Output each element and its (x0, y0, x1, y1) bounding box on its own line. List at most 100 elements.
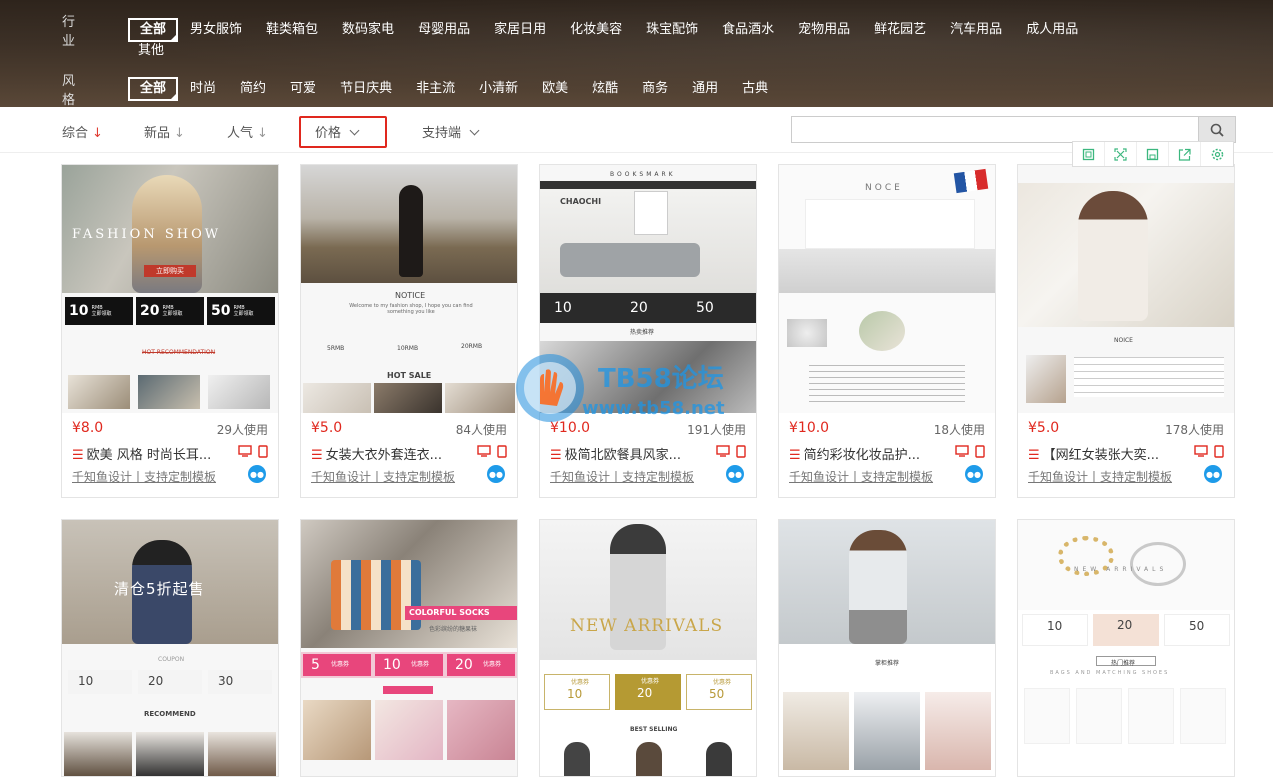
style-option[interactable]: 简约 (228, 78, 278, 100)
template-card[interactable]: NOTICE Welcome to my fashion shop, I hop… (300, 164, 518, 498)
template-card[interactable]: COLORFUL SOCKS 色彩缤纷的糖果袜 5 优惠券 10 优惠券 20 优惠券 (300, 519, 518, 777)
sort-newest-label: 新品 (144, 126, 171, 141)
chat-bubble-icon[interactable]: ●● (726, 465, 744, 483)
hot-tag: 热门推荐 (1096, 656, 1156, 667)
arrow-down-icon: ↓ (174, 126, 185, 141)
template-card[interactable]: BOOKSMARK CHAOCHI 10 20 50 热卖推荐 ¥10.0 19… (539, 164, 757, 498)
chat-bubble-icon[interactable]: ●● (487, 465, 505, 483)
usage-count: 84人使用 (455, 423, 507, 437)
style-option[interactable]: 可爱 (278, 78, 328, 100)
style-option[interactable]: 古典 (730, 78, 780, 100)
template-thumbnail[interactable]: BOOKSMARK CHAOCHI 10 20 50 热卖推荐 (540, 165, 756, 413)
banner-title: NEW ARRIVALS (570, 616, 724, 636)
style-option-all[interactable]: 全部 (128, 77, 179, 101)
sort-popularity[interactable]: 人气 ↓ (227, 122, 268, 141)
sort-price-dropdown[interactable]: 价格 (315, 122, 360, 141)
coupon-label: 优惠券 (641, 678, 660, 685)
template-title[interactable]: ☰ 女装大衣外套连衣... (311, 444, 461, 463)
chat-bubble-icon[interactable]: ●● (1204, 465, 1222, 483)
coupon-value: 10 (383, 657, 401, 673)
industry-option[interactable]: 母婴用品 (406, 19, 482, 41)
template-thumbnail[interactable]: COLORFUL SOCKS 色彩缤纷的糖果袜 5 优惠券 10 优惠券 20 优惠券 (301, 520, 517, 776)
style-option[interactable]: 商务 (630, 78, 680, 100)
template-thumbnail[interactable]: NOICE (1018, 165, 1234, 413)
sort-popularity-label: 人气 (227, 126, 254, 141)
template-title[interactable]: ☰ 欧美 风格 时尚长耳... (72, 444, 222, 463)
template-card[interactable]: NEW ARRIVALS 优惠券 10 优惠券 20 优惠券 50 BEST SELL… (539, 519, 757, 777)
coupon: 20 优惠券 (447, 654, 515, 676)
template-thumbnail[interactable]: 掌柜推荐 (779, 520, 995, 776)
designer-link[interactable]: 千知鱼设计丨支持定制模板 (1028, 468, 1172, 485)
fullscreen-icon[interactable] (1105, 142, 1137, 166)
industry-option[interactable]: 成人用品 (1014, 19, 1090, 41)
style-option[interactable]: 小清新 (467, 78, 530, 100)
chat-bubble-icon[interactable]: ●● (248, 465, 266, 483)
industry-option[interactable]: 鲜花园艺 (862, 19, 938, 41)
device-icons (716, 445, 746, 458)
designer-link[interactable]: 千知鱼设计丨支持定制模板 (550, 468, 694, 485)
template-thumbnail[interactable]: NOTICE Welcome to my fashion shop, I hop… (301, 165, 517, 413)
template-card[interactable]: FASHION SHOW 立即购买 10 RMB 立即领取 20 RMB 立即领取 50… (61, 164, 279, 498)
sort-comprehensive[interactable]: 综合 ↓ (62, 122, 103, 141)
search-input[interactable] (791, 116, 1199, 143)
save-icon[interactable] (1137, 142, 1169, 166)
template-title[interactable]: ☰ 极简北欧餐具风家... (550, 444, 700, 463)
coupon-value: 50 (1189, 619, 1205, 633)
notice-title: NOICE (1114, 337, 1133, 344)
sort-price-label: 价格 (315, 126, 342, 141)
template-card[interactable]: 清仓5折起售 COUPON 10 20 30 RECOMMEND (61, 519, 279, 777)
template-title[interactable]: ☰ 简约彩妆化妆品护... (789, 444, 939, 463)
template-thumbnail[interactable]: NOCE (779, 165, 995, 413)
industry-option[interactable]: 珠宝配饰 (634, 19, 710, 41)
illustration (787, 319, 827, 347)
industry-option[interactable]: 鞋类箱包 (254, 19, 330, 41)
chat-bubble-icon[interactable]: ●● (965, 465, 983, 483)
industry-option[interactable]: 汽车用品 (938, 19, 1014, 41)
industry-option[interactable]: 家居日用 (482, 19, 558, 41)
banner-title: 清仓5折起售 (114, 580, 205, 598)
template-title[interactable]: ☰ 【网红女装张大奕... (1028, 444, 1178, 463)
product-image (564, 742, 590, 776)
list-icon: ☰ (789, 448, 801, 463)
template-card[interactable]: NOCE ¥10.0 18人使用 ☰ 简约彩妆化妆品护... 千知鱼设计丨支持定制… (778, 164, 996, 498)
industry-option[interactable]: 化妆美容 (558, 19, 634, 41)
settings-icon[interactable] (1201, 142, 1233, 166)
style-option[interactable]: 时尚 (178, 78, 228, 100)
square-icon[interactable] (1073, 142, 1105, 166)
template-thumbnail[interactable]: FASHION SHOW 立即购买 10 RMB 立即领取 20 RMB 立即领取 50… (62, 165, 278, 413)
search-button[interactable] (1198, 116, 1236, 143)
industry-option-other[interactable]: 其他 (138, 39, 164, 58)
industry-option[interactable]: 食品酒水 (710, 19, 786, 41)
industry-option[interactable]: 男女服饰 (178, 19, 254, 41)
nav-strip (540, 181, 756, 189)
style-option[interactable]: 欧美 (530, 78, 580, 100)
product-image (1026, 355, 1066, 403)
template-card[interactable]: NEW ARRIVALS 10 20 50 热门推荐 BAGS AND MATC… (1017, 519, 1235, 777)
mobile-icon (975, 445, 985, 458)
template-thumbnail[interactable]: NEW ARRIVALS 10 20 50 热门推荐 BAGS AND MATC… (1018, 520, 1234, 776)
mobile-icon (497, 445, 507, 458)
template-card[interactable]: 掌柜推荐 (778, 519, 996, 777)
template-thumbnail[interactable]: NEW ARRIVALS 优惠券 10 优惠券 20 优惠券 50 BEST SELL… (540, 520, 756, 776)
style-option[interactable]: 炫酷 (580, 78, 630, 100)
style-option[interactable]: 非主流 (404, 78, 467, 100)
sort-newest[interactable]: 新品 ↓ (144, 122, 185, 141)
style-option[interactable]: 节日庆典 (328, 78, 404, 100)
coupon-value: 20 (1117, 618, 1133, 632)
share-icon[interactable] (1169, 142, 1201, 166)
style-option[interactable]: 通用 (680, 78, 730, 100)
industry-option[interactable]: 宠物用品 (786, 19, 862, 41)
designer-link[interactable]: 千知鱼设计丨支持定制模板 (72, 468, 216, 485)
coupon: 10 RMB 立即领取 (65, 297, 133, 325)
list-icon: ☰ (550, 448, 562, 463)
designer-link[interactable]: 千知鱼设计丨支持定制模板 (311, 468, 455, 485)
designer-link[interactable]: 千知鱼设计丨支持定制模板 (789, 468, 933, 485)
template-thumbnail[interactable]: 清仓5折起售 COUPON 10 20 30 RECOMMEND (62, 520, 278, 776)
coupon: 30 (208, 670, 272, 694)
coupon-value: 50 (709, 687, 725, 701)
industry-option[interactable]: 数码家电 (330, 19, 406, 41)
coupon-value: 10 (567, 687, 583, 701)
platform-dropdown[interactable]: 支持端 (422, 122, 480, 141)
template-card[interactable]: NOICE ¥5.0 178人使用 ☰ 【网红女装张大奕... 千知鱼设计丨支持定… (1017, 164, 1235, 498)
product-image (1024, 688, 1070, 744)
